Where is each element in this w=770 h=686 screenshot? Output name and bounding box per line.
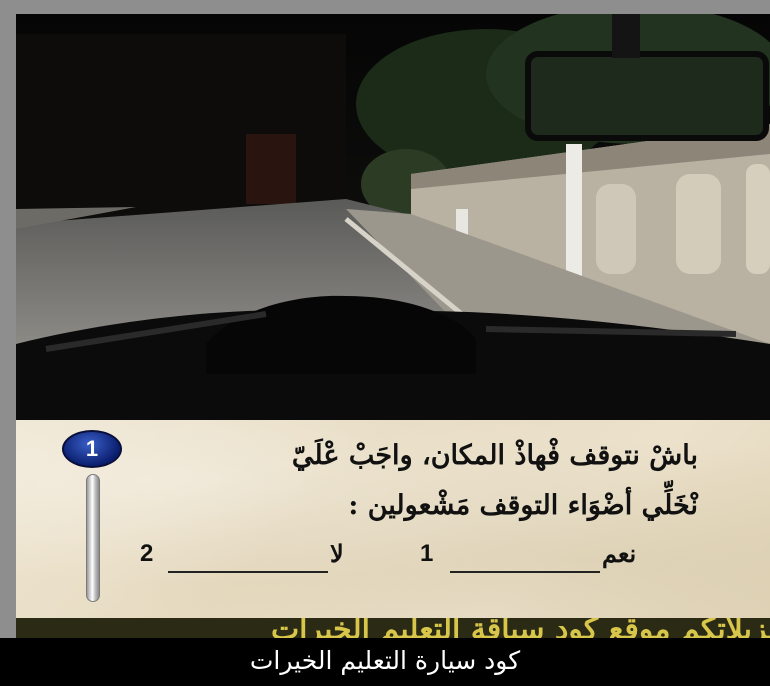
option-label-yes[interactable]: نعم xyxy=(602,540,636,569)
timer-progress-bar xyxy=(86,474,100,602)
option-key-1[interactable]: 1 xyxy=(420,540,433,568)
question-number-badge: 1 xyxy=(62,430,122,468)
scrolling-text-strip: تنزيلاتكم موقع كود سياقة التعليم الخيرات xyxy=(16,618,770,638)
question-text-line-1: باشْ نتوقف فْهاذْ المكان، واجَبْ عْلَيّ xyxy=(291,440,698,471)
strip-text: تنزيلاتكم موقع كود سياقة التعليم الخيرات xyxy=(270,618,770,638)
answer-options: 2 لا 1 نعم xyxy=(140,540,660,580)
option-key-2[interactable]: 2 xyxy=(140,540,153,568)
video-frame: 1 باشْ نتوقف فْهاذْ المكان، واجَبْ عْلَي… xyxy=(0,0,770,686)
question-text-line-2: نْخَلِّي أضْوَاء التوقف مَشْعولين : xyxy=(348,490,698,521)
night-road-photo xyxy=(16,14,770,420)
answer-line-1 xyxy=(450,571,600,573)
option-label-no[interactable]: لا xyxy=(330,540,344,569)
video-caption: كود سيارة التعليم الخيرات xyxy=(0,638,770,686)
answer-line-2 xyxy=(168,571,328,573)
